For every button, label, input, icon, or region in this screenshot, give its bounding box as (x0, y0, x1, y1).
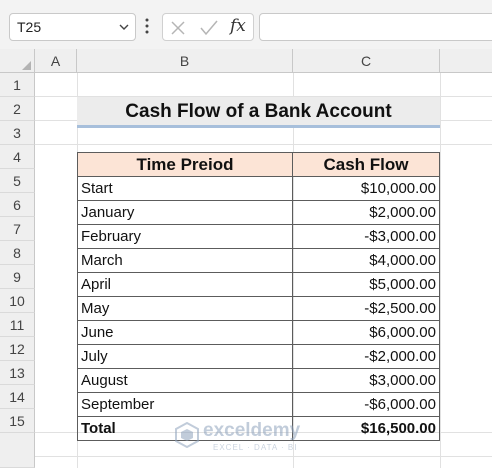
row-header[interactable]: 6 (0, 193, 35, 217)
watermark-tagline: EXCEL · DATA · BI (213, 443, 298, 452)
table-row: August $3,000.00 (77, 368, 440, 393)
row-header[interactable]: 3 (0, 121, 35, 145)
period-cell[interactable]: July (77, 344, 293, 369)
amount-cell[interactable]: -$3,000.00 (292, 224, 440, 249)
period-cell[interactable]: March (77, 248, 293, 273)
row-header-empty (0, 433, 35, 468)
row-header[interactable]: 1 (0, 73, 35, 97)
header-time-period[interactable]: Time Preiod (77, 152, 293, 177)
table-header-row: Time Preiod Cash Flow (77, 152, 440, 177)
period-cell[interactable]: May (77, 296, 293, 321)
name-box[interactable]: T25 (9, 13, 136, 41)
column-header-c[interactable]: C (293, 49, 440, 73)
table-row: June $6,000.00 (77, 320, 440, 345)
amount-cell[interactable]: $3,000.00 (292, 368, 440, 393)
row-header[interactable]: 11 (0, 313, 35, 337)
select-all-corner[interactable] (0, 49, 35, 73)
amount-cell[interactable]: $5,000.00 (292, 272, 440, 297)
row-header[interactable]: 2 (0, 97, 35, 121)
period-cell[interactable]: August (77, 368, 293, 393)
amount-cell[interactable]: -$2,500.00 (292, 296, 440, 321)
select-all-triangle-icon (22, 61, 31, 70)
row-header[interactable]: 4 (0, 145, 35, 169)
more-options-icon[interactable] (145, 18, 149, 34)
table-row: April $5,000.00 (77, 272, 440, 297)
row-header[interactable]: 13 (0, 361, 35, 385)
table-row: September -$6,000.00 (77, 392, 440, 417)
amount-cell[interactable]: -$2,000.00 (292, 344, 440, 369)
row-header[interactable]: 9 (0, 265, 35, 289)
check-icon[interactable] (200, 20, 218, 36)
table-row: February -$3,000.00 (77, 224, 440, 249)
amount-cell[interactable]: $2,000.00 (292, 200, 440, 225)
row-header[interactable]: 15 (0, 409, 35, 433)
row-header[interactable]: 12 (0, 337, 35, 361)
period-cell[interactable]: September (77, 392, 293, 417)
amount-cell[interactable]: $6,000.00 (292, 320, 440, 345)
period-cell[interactable]: January (77, 200, 293, 225)
worksheet-grid[interactable]: Cash Flow of a Bank Account Time Preiod … (35, 73, 492, 468)
formula-input[interactable] (259, 13, 492, 41)
row-header[interactable]: 8 (0, 241, 35, 265)
row-header[interactable]: 10 (0, 289, 35, 313)
period-cell[interactable]: June (77, 320, 293, 345)
amount-cell[interactable]: -$6,000.00 (292, 392, 440, 417)
period-cell[interactable]: April (77, 272, 293, 297)
column-headers: A B C (0, 49, 492, 73)
period-cell[interactable]: February (77, 224, 293, 249)
exceldemy-watermark: exceldemy EXCEL · DATA · BI (175, 418, 325, 458)
column-header-b[interactable]: B (77, 49, 293, 73)
period-cell[interactable]: Start (77, 176, 293, 201)
table-row: July -$2,000.00 (77, 344, 440, 369)
row-header[interactable]: 7 (0, 217, 35, 241)
watermark-name: exceldemy (203, 420, 301, 441)
name-box-value: T25 (17, 19, 42, 35)
table-row: March $4,000.00 (77, 248, 440, 273)
insert-function-icon[interactable]: fx (230, 16, 246, 36)
amount-cell[interactable]: $10,000.00 (292, 176, 440, 201)
cash-flow-table: Time Preiod Cash Flow Start $10,000.00 J… (77, 152, 440, 441)
formula-bar: T25 fx (0, 0, 492, 52)
row-header[interactable]: 5 (0, 169, 35, 193)
column-header-a[interactable]: A (35, 49, 77, 73)
header-cash-flow[interactable]: Cash Flow (292, 152, 440, 177)
table-row: January $2,000.00 (77, 200, 440, 225)
row-header[interactable]: 14 (0, 385, 35, 409)
exceldemy-logo-icon (175, 422, 199, 448)
table-row: May -$2,500.00 (77, 296, 440, 321)
amount-cell[interactable]: $4,000.00 (292, 248, 440, 273)
table-row: Start $10,000.00 (77, 176, 440, 201)
formula-controls: fx (162, 13, 254, 41)
chevron-down-icon[interactable] (119, 22, 129, 32)
sheet-title[interactable]: Cash Flow of a Bank Account (77, 97, 440, 128)
cancel-icon[interactable] (171, 21, 185, 35)
